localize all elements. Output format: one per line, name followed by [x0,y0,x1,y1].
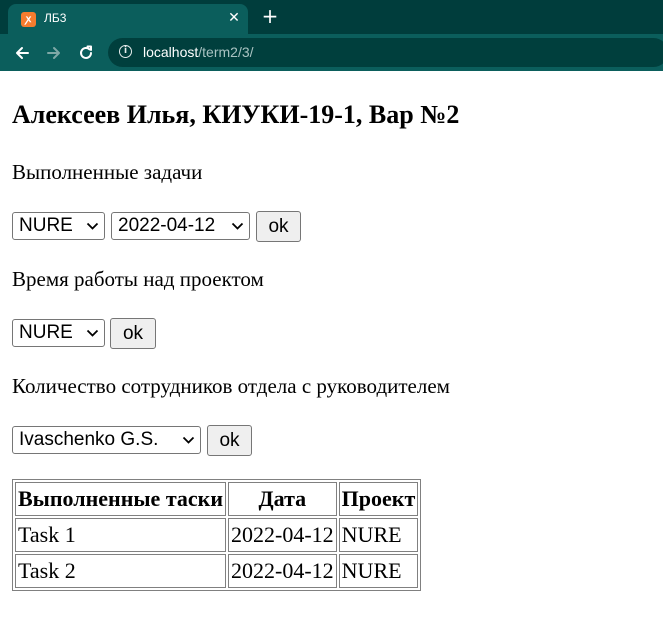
chevron-down-icon [231,222,244,230]
project-select[interactable]: NURE [12,212,105,240]
table-cell: NURE [338,518,419,552]
tab-title: ЛБ3 [44,11,67,25]
table-header-row: Выполненные таски Дата Проект [15,482,419,516]
browser-tab[interactable]: ꭗ ЛБ3 ✕ [8,4,248,34]
project-select[interactable]: NURE [12,319,105,347]
close-icon[interactable]: ✕ [225,9,243,27]
date-select[interactable]: 2022-04-12 [111,212,250,240]
table-row: Task 1 2022-04-12 NURE [15,518,419,552]
tab-strip: ꭗ ЛБ3 ✕ + [0,0,663,34]
ok-button[interactable]: ok [207,425,252,456]
column-header: Проект [338,482,419,516]
back-button[interactable] [10,41,34,65]
manager-select[interactable]: Ivaschenko G.S. [12,426,201,454]
browser-toolbar: i localhost/term2/3/ [0,34,663,71]
new-tab-button[interactable]: + [259,5,281,27]
table-cell: 2022-04-12 [228,554,337,588]
table-cell: Task 2 [15,554,227,588]
chevron-down-icon [182,436,195,444]
ok-button[interactable]: ok [256,211,301,242]
section-label-completed-tasks: Выполненные задачи [12,160,203,184]
chevron-down-icon [86,329,99,337]
table-cell: 2022-04-12 [228,518,337,552]
table-cell: Task 1 [15,518,227,552]
reload-icon [80,45,92,59]
ok-button[interactable]: ok [110,318,156,349]
results-table: Выполненные таски Дата Проект Task 1 202… [12,479,422,591]
page-title: Алексеев Илья, КИУКИ-19-1, Вар №2 [12,100,460,129]
table-cell: NURE [338,554,419,588]
arrow-left-icon [16,47,29,59]
info-icon[interactable]: i [119,45,132,58]
arrow-right-icon [47,47,60,59]
chevron-down-icon [86,222,99,230]
section-label-project-time: Время работы над проектом [12,267,264,291]
url-text: localhost/term2/3/ [143,44,254,60]
address-bar[interactable]: i localhost/term2/3/ [108,38,663,67]
column-header: Дата [228,482,337,516]
table-row: Task 2 2022-04-12 NURE [15,554,419,588]
section-label-employee-count: Количество сотрудников отдела с руководи… [12,374,450,398]
reload-button[interactable] [74,41,98,65]
xampp-icon: ꭗ [21,12,36,27]
forward-button[interactable] [42,41,66,65]
column-header: Выполненные таски [15,482,227,516]
